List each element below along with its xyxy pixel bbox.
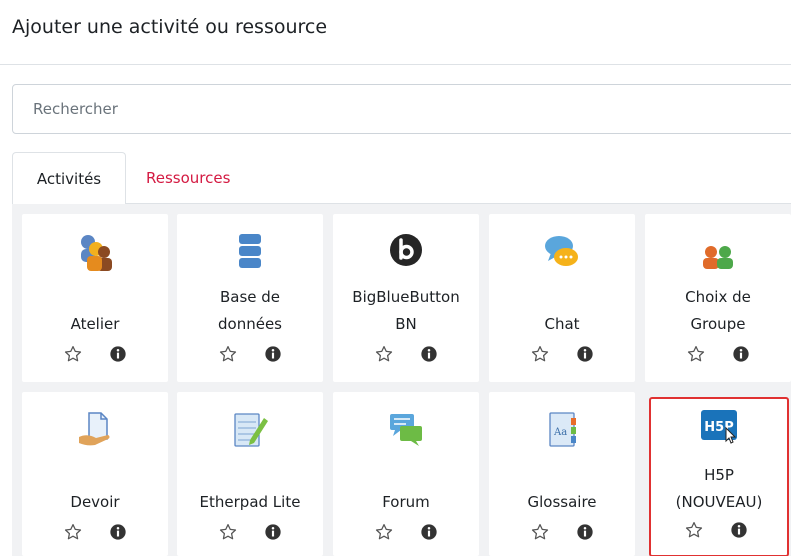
star-icon[interactable] bbox=[531, 345, 549, 363]
activity-name: Forum bbox=[382, 493, 430, 511]
star-icon[interactable] bbox=[64, 345, 82, 363]
activity-card-glossaire[interactable]: Aa Glossaire bbox=[489, 392, 635, 556]
forum-icon bbox=[390, 414, 422, 446]
group-choice-icon bbox=[703, 246, 733, 269]
database-icon bbox=[239, 234, 261, 268]
activity-card-etherpad-lite[interactable]: Etherpad Lite bbox=[177, 392, 323, 556]
star-icon[interactable] bbox=[64, 523, 82, 541]
info-icon[interactable] bbox=[264, 523, 282, 541]
activity-name: BigBlueButton bbox=[352, 288, 460, 306]
activity-card-choix-de-groupe[interactable]: Choix de Groupe bbox=[645, 214, 791, 382]
activity-name: (NOUVEAU) bbox=[675, 493, 763, 511]
star-icon[interactable] bbox=[375, 345, 393, 363]
h5p-icon: H5P bbox=[701, 410, 737, 444]
star-icon[interactable] bbox=[687, 345, 705, 363]
activity-card-h5p[interactable]: H5P H5P (NOUVEAU) bbox=[649, 397, 789, 556]
activity-card-base-de-donnees[interactable]: Base de données bbox=[177, 214, 323, 382]
star-icon[interactable] bbox=[219, 345, 237, 363]
activity-card-devoir[interactable]: Devoir bbox=[22, 392, 168, 556]
star-icon[interactable] bbox=[375, 523, 393, 541]
etherpad-icon bbox=[234, 413, 268, 447]
svg-text:Aa: Aa bbox=[553, 427, 567, 438]
activity-name: BN bbox=[395, 315, 417, 333]
info-icon[interactable] bbox=[730, 521, 748, 539]
activity-name: Choix de bbox=[685, 288, 751, 306]
activity-name: H5P bbox=[704, 466, 734, 484]
header-divider bbox=[0, 64, 791, 65]
star-icon[interactable] bbox=[531, 523, 549, 541]
chat-icon bbox=[545, 236, 578, 266]
info-icon[interactable] bbox=[109, 345, 127, 363]
activity-name: Chat bbox=[544, 315, 580, 333]
activity-name: Base de bbox=[219, 288, 281, 306]
activity-name: Glossaire bbox=[527, 493, 597, 511]
workshop-icon bbox=[81, 235, 112, 271]
activity-card-atelier[interactable]: Atelier bbox=[22, 214, 168, 382]
tab-ressources[interactable]: Ressources bbox=[146, 152, 230, 205]
activity-card-bigbluebutton[interactable]: BigBlueButton BN bbox=[333, 214, 479, 382]
tab-activites[interactable]: Activités bbox=[12, 152, 126, 205]
bigbluebutton-icon bbox=[390, 234, 422, 266]
activity-name: Devoir bbox=[70, 493, 120, 511]
tab-bar: Activités Ressources bbox=[12, 152, 791, 205]
info-icon[interactable] bbox=[576, 523, 594, 541]
activity-name: Atelier bbox=[70, 315, 120, 333]
info-icon[interactable] bbox=[109, 523, 127, 541]
activity-name: données bbox=[218, 315, 282, 333]
search-input[interactable] bbox=[12, 84, 791, 134]
info-icon[interactable] bbox=[420, 345, 438, 363]
assignment-icon bbox=[79, 412, 110, 446]
activity-card-chat[interactable]: Chat bbox=[489, 214, 635, 382]
info-icon[interactable] bbox=[732, 345, 750, 363]
info-icon[interactable] bbox=[264, 345, 282, 363]
info-icon[interactable] bbox=[576, 345, 594, 363]
activity-name: Groupe bbox=[690, 315, 746, 333]
activity-name: Etherpad Lite bbox=[199, 493, 301, 511]
activity-card-forum[interactable]: Forum bbox=[333, 392, 479, 556]
star-icon[interactable] bbox=[219, 523, 237, 541]
info-icon[interactable] bbox=[420, 523, 438, 541]
modal-title: Ajouter une activité ou ressource bbox=[12, 16, 328, 38]
glossary-icon: Aa bbox=[549, 412, 576, 447]
star-icon[interactable] bbox=[685, 521, 703, 539]
